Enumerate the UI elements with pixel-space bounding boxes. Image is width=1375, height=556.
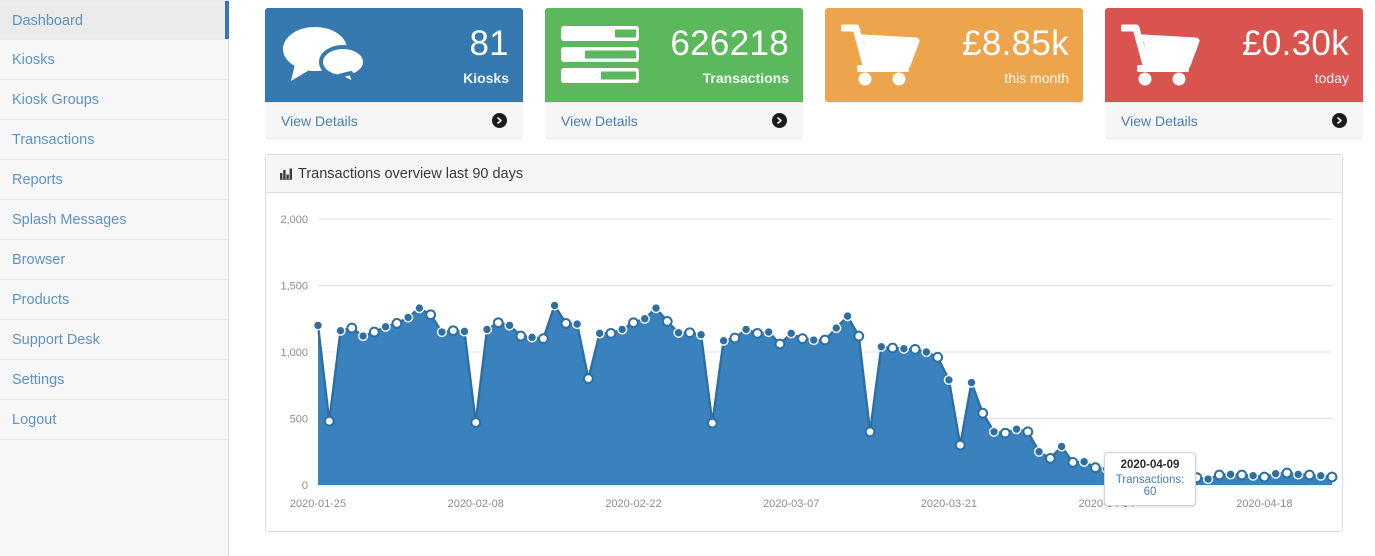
stat-card-body: £0.30k today [1105,8,1363,102]
stat-card-value: 626218 [670,23,789,63]
sidebar-item-products[interactable]: Products [0,280,228,320]
view-details-label: View Details [1121,112,1198,129]
tasks-icon [561,24,639,86]
stat-card-kiosks: 81 Kiosks View Details [265,8,523,138]
sidebar: Dashboard Kiosks Kiosk Groups Transactions R… [0,0,229,556]
stat-card-body: £8.85k this month [825,8,1083,102]
bar-chart-icon [280,168,293,180]
stat-card-label: today [1314,69,1349,86]
stat-card-value: 81 [469,23,509,63]
arrow-right-icon [772,113,787,128]
stat-card-value: £0.30k [1242,23,1349,63]
view-details-button[interactable]: View Details [265,102,523,138]
stat-card-body: 626218 Transactions [545,8,803,102]
stat-card-today: £0.30k today View Details [1105,8,1363,138]
sidebar-item-browser[interactable]: Browser [0,240,228,280]
stat-card-this-month: £8.85k this month [825,8,1083,102]
sidebar-item-label: Browser [12,252,66,268]
svg-text:1,000: 1,000 [280,347,308,359]
stat-card-row: 81 Kiosks View Details 626218 Transactions Vi… [265,6,1365,138]
svg-text:2020-03-21: 2020-03-21 [921,498,977,510]
sidebar-item-label: Kiosk Groups [12,92,100,108]
stat-card-body: 81 Kiosks [265,8,523,102]
chart-area: 0 500 1,000 1,500 2,000 2020-01-25 2020-02-08 2… [266,193,1342,531]
svg-text:1,500: 1,500 [280,281,308,293]
stat-card-label: Kiosks [463,69,509,86]
svg-text:2020-02-22: 2020-02-22 [605,498,661,510]
sidebar-item-reports[interactable]: Reports [0,160,228,200]
sidebar-item-label: Products [12,292,70,308]
svg-text:2020-03-07: 2020-03-07 [763,498,819,510]
arrow-right-icon [492,113,507,128]
main-content: 81 Kiosks View Details 626218 Transactions Vi… [229,0,1375,556]
stat-card-value: £8.85k [962,23,1069,63]
sidebar-item-label: Transactions [12,132,95,148]
view-details-label: View Details [561,112,638,129]
sidebar-item-kiosk-groups[interactable]: Kiosk Groups [0,80,228,120]
comments-icon [281,24,367,86]
stat-card-figures: 81 Kiosks [463,26,509,85]
svg-text:0: 0 [302,480,308,492]
stat-card-figures: £0.30k today [1242,26,1349,85]
sidebar-item-label: Splash Messages [12,212,127,228]
sidebar-item-label: Support Desk [12,332,100,348]
svg-text:2,000: 2,000 [280,214,308,226]
tooltip-date: 2020-04-09 [1120,459,1180,471]
sidebar-item-splash-messages[interactable]: Splash Messages [0,200,228,240]
svg-text:2020-02-08: 2020-02-08 [448,498,504,510]
shopping-cart-icon [841,24,921,86]
sidebar-item-label: Kiosks [12,52,55,68]
sidebar-item-support-desk[interactable]: Support Desk [0,320,228,360]
stat-card-figures: 626218 Transactions [670,26,789,85]
svg-text:2020-01-25: 2020-01-25 [290,498,346,510]
panel-header: Transactions overview last 90 days [266,155,1342,193]
sidebar-item-logout[interactable]: Logout [0,400,228,440]
shopping-cart-icon [1121,24,1201,86]
sidebar-item-transactions[interactable]: Transactions [0,120,228,160]
arrow-right-icon [1332,113,1347,128]
stat-card-transactions: 626218 Transactions View Details [545,8,803,138]
tooltip-value: Transactions: 60 [1115,474,1185,498]
chart-tooltip: 2020-04-09 Transactions: 60 [1104,452,1196,506]
stat-card-label: this month [1004,69,1069,86]
sidebar-item-kiosks[interactable]: Kiosks [0,40,228,80]
sidebar-item-label: Logout [12,412,57,428]
sidebar-item-label: Reports [12,172,63,188]
view-details-button[interactable]: View Details [1105,102,1363,138]
transactions-chart-panel: Transactions overview last 90 days 0 500 1… [265,154,1343,532]
sidebar-item-label: Dashboard [12,13,83,29]
view-details-button[interactable]: View Details [545,102,803,138]
sidebar-item-dashboard[interactable]: Dashboard [0,0,229,40]
svg-text:2020-04-18: 2020-04-18 [1236,498,1292,510]
view-details-label: View Details [281,112,358,129]
dashboard-page: Dashboard Kiosks Kiosk Groups Transactions R… [0,0,1375,556]
stat-card-label: Transactions [702,69,789,86]
svg-text:500: 500 [290,414,308,426]
sidebar-item-label: Settings [12,372,65,388]
stat-card-figures: £8.85k this month [962,26,1069,85]
panel-title: Transactions overview last 90 days [298,165,524,182]
sidebar-item-settings[interactable]: Settings [0,360,228,400]
